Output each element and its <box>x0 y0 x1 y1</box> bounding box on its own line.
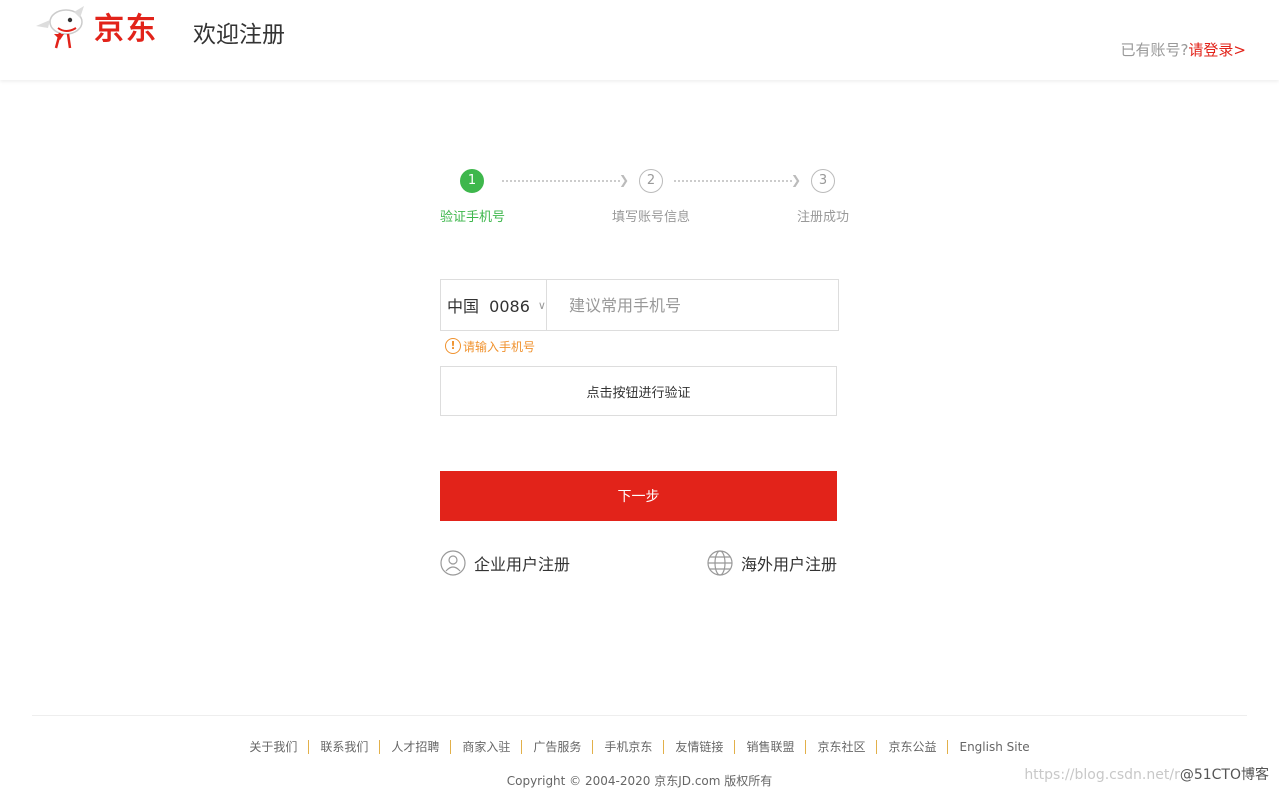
footer-link-affiliate[interactable]: 销售联盟 <box>734 740 806 754</box>
registration-steps: 1 验证手机号 ❯ 2 填写账号信息 ❯ 3 注册成功 <box>430 168 860 228</box>
enterprise-register-link[interactable]: 企业用户注册 <box>440 550 570 576</box>
phone-error-tip: ! 请输入手机号 <box>445 337 535 355</box>
footer-link-ads[interactable]: 广告服务 <box>521 740 593 754</box>
footer-link-contact[interactable]: 联系我们 <box>308 740 380 754</box>
page-title: 欢迎注册 <box>193 22 285 48</box>
logo-text: 京东 <box>94 12 158 47</box>
step-connector <box>502 180 620 182</box>
footer-link-about[interactable]: 关于我们 <box>238 740 308 754</box>
step-2-label: 填写账号信息 <box>612 210 691 225</box>
footer-link-careers[interactable]: 人才招聘 <box>379 740 451 754</box>
footer-link-mobile[interactable]: 手机京东 <box>592 740 664 754</box>
country-code-value: 中国 0086 <box>447 297 530 316</box>
footer-link-friend-links[interactable]: 友情链接 <box>663 740 735 754</box>
jd-dog-mascot-icon <box>36 6 84 49</box>
footer-link-charity[interactable]: 京东公益 <box>876 740 948 754</box>
globe-icon <box>707 550 733 576</box>
overseas-register-label: 海外用户注册 <box>741 555 838 574</box>
watermark: https://blog.csdn.net/r@51CTO博客 <box>1024 765 1269 785</box>
footer-link-english[interactable]: English Site <box>947 740 1041 754</box>
footer-links: 关于我们 联系我们 人才招聘 商家入驻 广告服务 手机京东 友情链接 销售联盟 京东社区 京东公益… <box>0 738 1279 756</box>
phone-field-group: 中国 0086 ∨ <box>440 279 839 331</box>
step-3-label: 注册成功 <box>797 210 850 225</box>
chevron-right-icon: ❯ <box>619 173 630 187</box>
watermark-url: https://blog.csdn.net/r <box>1024 767 1180 783</box>
footer-link-merchants[interactable]: 商家入驻 <box>450 740 522 754</box>
step-connector <box>674 180 792 182</box>
chevron-right-icon: ❯ <box>791 173 802 187</box>
step-1-label: 验证手机号 <box>440 210 506 225</box>
footer-link-community[interactable]: 京东社区 <box>805 740 877 754</box>
enterprise-register-label: 企业用户注册 <box>474 555 571 574</box>
user-icon <box>440 550 466 576</box>
login-prompt: 已有账号? <box>1120 41 1189 59</box>
overseas-register-link[interactable]: 海外用户注册 <box>707 550 837 576</box>
warning-icon: ! <box>445 338 461 354</box>
footer-divider <box>32 715 1247 716</box>
step-3-circle: 3 <box>811 169 835 193</box>
phone-error-text: 请输入手机号 <box>463 339 536 354</box>
verify-button[interactable]: 点击按钮进行验证 <box>440 366 837 416</box>
phone-input[interactable] <box>547 280 838 330</box>
watermark-brand: @51CTO博客 <box>1179 767 1269 783</box>
page-header: 京东 欢迎注册 已有账号?请登录> <box>0 0 1279 80</box>
jd-logo[interactable]: 京东 <box>30 4 180 50</box>
next-step-button[interactable]: 下一步 <box>440 471 837 521</box>
chevron-down-icon: ∨ <box>537 298 546 312</box>
country-code-select[interactable]: 中国 0086 ∨ <box>441 280 547 330</box>
step-2-circle: 2 <box>639 169 663 193</box>
login-link[interactable]: 请登录> <box>1188 41 1246 59</box>
step-1-circle: 1 <box>460 169 484 193</box>
login-hint: 已有账号?请登录> <box>1120 40 1246 60</box>
